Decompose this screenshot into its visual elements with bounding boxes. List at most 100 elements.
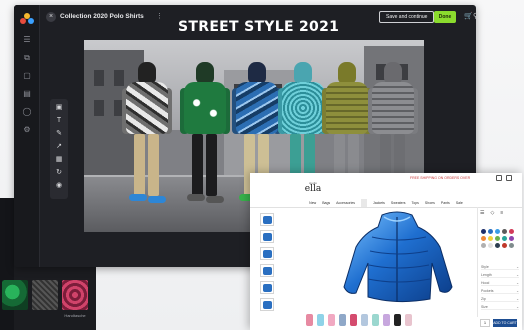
option-row[interactable]: Style ⌄ bbox=[481, 265, 519, 270]
done-button[interactable]: Done bbox=[434, 11, 456, 23]
variant-swatch[interactable] bbox=[350, 314, 357, 326]
hood bbox=[338, 62, 356, 84]
user-icon[interactable]: ◯ bbox=[22, 107, 32, 117]
option-row[interactable]: Length ⌄ bbox=[481, 273, 519, 278]
nav-item[interactable] bbox=[361, 199, 368, 207]
product-thumbnails bbox=[260, 213, 276, 315]
settings-icon[interactable]: ⚙ bbox=[22, 125, 32, 135]
panel-tabs: ☰ ◇ ≡ bbox=[480, 210, 503, 216]
option-row[interactable]: Hood ⌄ bbox=[481, 281, 519, 286]
color-swatch[interactable] bbox=[509, 243, 514, 248]
nav-item[interactable]: Bags bbox=[322, 199, 330, 207]
add-to-cart-button[interactable]: ADD TO CART bbox=[493, 319, 517, 327]
nav-item[interactable]: New bbox=[309, 199, 316, 207]
color-swatch[interactable] bbox=[488, 229, 493, 234]
save-and-continue-button[interactable]: Save and continue bbox=[379, 11, 435, 23]
color-swatch[interactable] bbox=[488, 236, 493, 241]
cart-icon[interactable]: 🛒 bbox=[464, 13, 473, 21]
bookmark-icon[interactable]: ▢ bbox=[22, 71, 32, 81]
nav-item[interactable]: Shoes bbox=[425, 199, 435, 207]
configurator-panel: ☰ ◇ ≡ Style ⌄ Length ⌄ Hood ⌄ Pockets ⌄ Zip ⌄… bbox=[477, 207, 522, 317]
option-label: Hood bbox=[481, 281, 490, 285]
tab-layers[interactable]: ☰ bbox=[480, 210, 484, 216]
copy-icon[interactable]: ⧉ bbox=[22, 53, 32, 63]
variant-swatch[interactable] bbox=[339, 314, 346, 326]
color-swatch[interactable] bbox=[495, 236, 500, 241]
chart-icon[interactable]: ▤ bbox=[22, 89, 32, 99]
line-icon[interactable]: ↗ bbox=[54, 142, 64, 152]
variant-swatch[interactable] bbox=[383, 314, 390, 326]
option-label: Pockets bbox=[481, 289, 494, 293]
option-row[interactable]: Zip ⌄ bbox=[481, 297, 519, 302]
palette-icon[interactable]: ◉ bbox=[54, 181, 64, 191]
product-jacket-image[interactable] bbox=[322, 207, 472, 307]
material-thumbnail[interactable] bbox=[62, 280, 88, 310]
close-icon[interactable]: × bbox=[46, 12, 56, 22]
text-icon[interactable]: T bbox=[54, 116, 64, 126]
color-swatch[interactable] bbox=[481, 229, 486, 234]
frame-icon[interactable]: ▣ bbox=[54, 103, 64, 113]
color-swatch[interactable] bbox=[495, 243, 500, 248]
chevron-down-icon: ⌄ bbox=[516, 273, 519, 277]
image-icon[interactable]: ▦ bbox=[54, 155, 64, 165]
color-swatch[interactable] bbox=[488, 243, 493, 248]
nav-item[interactable]: Sweaters bbox=[391, 199, 406, 207]
pen-icon[interactable]: ✎ bbox=[54, 129, 64, 139]
nav-item[interactable]: Jackets bbox=[373, 199, 385, 207]
option-row[interactable]: Pockets ⌄ bbox=[481, 289, 519, 294]
option-label: Size bbox=[481, 305, 488, 309]
promo-text: FREE SHIPPING ON ORDERS OVER bbox=[410, 176, 471, 180]
product-thumbnail[interactable] bbox=[260, 281, 274, 294]
product-thumbnail[interactable] bbox=[260, 264, 274, 277]
variant-swatch[interactable] bbox=[328, 314, 335, 326]
tab-style[interactable]: ◇ bbox=[490, 210, 494, 216]
nav-item[interactable]: Pants bbox=[441, 199, 450, 207]
variant-swatch[interactable] bbox=[394, 314, 401, 326]
layers-icon[interactable]: ☰ bbox=[22, 35, 32, 45]
account-icon[interactable] bbox=[496, 175, 502, 181]
shoe bbox=[129, 194, 147, 201]
material-thumbnails bbox=[2, 280, 88, 310]
rotate-icon[interactable]: ↻ bbox=[54, 168, 64, 178]
variant-swatch[interactable] bbox=[306, 314, 313, 326]
material-thumbnail[interactable] bbox=[2, 280, 28, 310]
material-thumbnail[interactable] bbox=[32, 280, 58, 310]
search-icon[interactable]: ⚲ bbox=[473, 13, 476, 21]
color-swatch[interactable] bbox=[481, 236, 486, 241]
option-label: Length bbox=[481, 273, 492, 277]
color-swatch[interactable] bbox=[495, 229, 500, 234]
nav-item[interactable]: Accessories bbox=[336, 199, 355, 207]
color-swatch[interactable] bbox=[509, 229, 514, 234]
color-swatch[interactable] bbox=[502, 243, 507, 248]
shoe bbox=[206, 196, 224, 203]
nav-item[interactable]: Sale bbox=[456, 199, 463, 207]
variant-swatch[interactable] bbox=[372, 314, 379, 326]
color-picker bbox=[481, 229, 519, 248]
chevron-down-icon: ⌄ bbox=[516, 281, 519, 285]
shop-logo[interactable]: studio ella bbox=[302, 181, 324, 197]
product-thumbnail[interactable] bbox=[260, 230, 274, 243]
variant-swatch[interactable] bbox=[405, 314, 412, 326]
nav-item[interactable]: Tops bbox=[412, 199, 419, 207]
building-window bbox=[94, 70, 104, 86]
color-swatch[interactable] bbox=[502, 229, 507, 234]
color-swatch[interactable] bbox=[502, 236, 507, 241]
more-vertical-icon[interactable]: ⋮ bbox=[156, 12, 163, 20]
hood bbox=[294, 62, 312, 84]
tab-options[interactable]: ≡ bbox=[500, 210, 503, 216]
bag-icon[interactable] bbox=[506, 175, 512, 181]
variant-swatches bbox=[306, 314, 412, 326]
screenshot-stage: Handtasche ☰ ⧉ ▢ ▤ ◯ ⚙ × Collection 2020… bbox=[0, 0, 524, 330]
quantity-field[interactable]: 1 bbox=[480, 319, 490, 327]
variant-swatch[interactable] bbox=[361, 314, 368, 326]
product-thumbnail[interactable] bbox=[260, 247, 274, 260]
variant-swatch[interactable] bbox=[317, 314, 324, 326]
color-swatch[interactable] bbox=[481, 243, 486, 248]
shop-nav: New Bags Accessories Jackets Sweaters To… bbox=[250, 199, 522, 207]
product-thumbnail[interactable] bbox=[260, 213, 274, 226]
option-row[interactable]: Size ⌄ bbox=[481, 305, 519, 310]
product-thumbnail[interactable] bbox=[260, 298, 274, 311]
color-swatch[interactable] bbox=[509, 236, 514, 241]
mannequin-green-jacket[interactable] bbox=[180, 62, 230, 212]
mannequin-camo-jacket[interactable] bbox=[122, 62, 172, 212]
